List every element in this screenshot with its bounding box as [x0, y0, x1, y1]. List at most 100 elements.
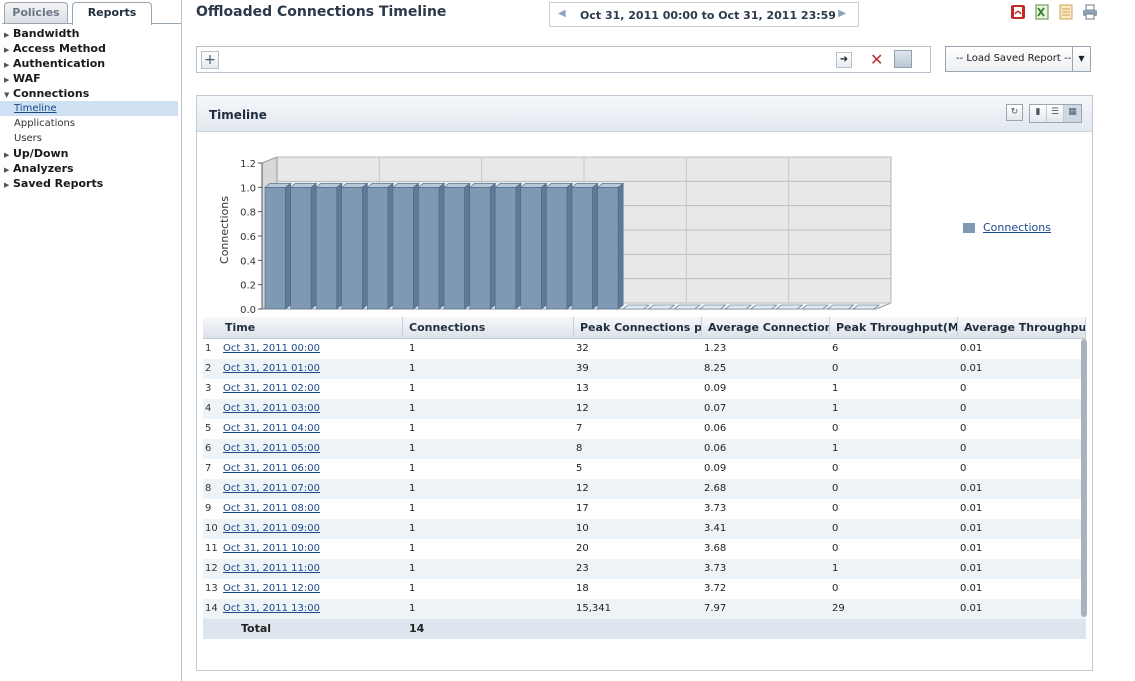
chart-bar[interactable] [417, 182, 445, 310]
expand-down-icon[interactable]: ▼ [4, 88, 13, 103]
table-row[interactable]: 7 Oct 31, 2011 06:00 1 5 0.09 0 0 [203, 459, 1086, 479]
tab-policies[interactable]: Policies [4, 2, 68, 24]
next-period-icon[interactable]: ▶ [838, 8, 846, 19]
time-link[interactable]: Oct 31, 2011 02:00 [223, 383, 320, 394]
time-link[interactable]: Oct 31, 2011 10:00 [223, 543, 320, 554]
nav-item-waf[interactable]: ▶ WAF [4, 71, 181, 86]
chart-bar[interactable] [750, 304, 778, 310]
time-link[interactable]: Oct 31, 2011 09:00 [223, 523, 320, 534]
nav-item-bandwidth[interactable]: ▶ Bandwidth [4, 26, 181, 41]
chevron-down-icon[interactable]: ▼ [1072, 47, 1090, 71]
refresh-icon[interactable]: ↻ [1006, 104, 1023, 121]
table-row[interactable]: 1 Oct 31, 2011 00:00 1 32 1.23 6 0.01 [203, 339, 1086, 359]
chart-bar[interactable] [392, 182, 420, 310]
table-row[interactable]: 4 Oct 31, 2011 03:00 1 12 0.07 1 0 [203, 399, 1086, 419]
column-header-time[interactable]: Time [219, 317, 403, 338]
date-range-selector[interactable]: ◀ Oct 31, 2011 00:00 to Oct 31, 2011 23:… [549, 2, 859, 27]
table-row[interactable]: 8 Oct 31, 2011 07:00 1 12 2.68 0 0.01 [203, 479, 1086, 499]
table-row[interactable]: 9 Oct 31, 2011 08:00 1 17 3.73 0 0.01 [203, 499, 1086, 519]
filter-bar[interactable]: + [196, 46, 931, 73]
time-link[interactable]: Oct 31, 2011 06:00 [223, 463, 320, 474]
column-header-average-connections[interactable]: Average Connection [702, 317, 830, 338]
chart-bar[interactable] [494, 182, 522, 310]
nav-item-analyzers[interactable]: ▶ Analyzers [4, 161, 181, 176]
column-header-average-throughput[interactable]: Average Throughput [958, 317, 1086, 338]
chart-bar[interactable] [519, 182, 548, 310]
chart-bar[interactable] [545, 182, 573, 310]
chart-bar[interactable] [699, 304, 727, 310]
combined-view-icon[interactable]: ▦ [1064, 105, 1081, 122]
time-link[interactable]: Oct 31, 2011 01:00 [223, 363, 320, 374]
table-row[interactable]: 14 Oct 31, 2011 13:00 1 15,341 7.97 29 0.01 [203, 599, 1086, 619]
time-link[interactable]: Oct 31, 2011 04:00 [223, 423, 320, 434]
chart-bar[interactable] [724, 304, 752, 310]
time-link[interactable]: Oct 31, 2011 08:00 [223, 503, 320, 514]
chart-bar[interactable] [852, 304, 880, 310]
chart-bar[interactable] [443, 182, 471, 310]
load-saved-report-select[interactable]: -- Load Saved Report -- ▼ [945, 46, 1091, 72]
chart-bar[interactable] [801, 304, 829, 310]
chart-bar[interactable] [673, 304, 701, 310]
chart-bar[interactable] [596, 182, 625, 310]
bar-chart-view-icon[interactable]: ▮ [1030, 105, 1047, 122]
time-link[interactable]: Oct 31, 2011 05:00 [223, 443, 320, 454]
table-row[interactable]: 3 Oct 31, 2011 02:00 1 13 0.09 1 0 [203, 379, 1086, 399]
expand-right-icon[interactable]: ▶ [4, 178, 13, 193]
chart-bar[interactable] [340, 182, 369, 310]
column-header-peak-throughput[interactable]: Peak Throughput(Ml [830, 317, 958, 338]
tab-reports[interactable]: Reports [72, 2, 152, 25]
chart-bar[interactable] [647, 304, 676, 310]
time-link[interactable]: Oct 31, 2011 00:00 [223, 343, 320, 354]
time-link[interactable]: Oct 31, 2011 03:00 [223, 403, 320, 414]
table-row[interactable]: 12 Oct 31, 2011 11:00 1 23 3.73 1 0.01 [203, 559, 1086, 579]
save-filter-icon[interactable] [894, 50, 912, 68]
pdf-export-icon[interactable] [1010, 4, 1026, 20]
table-row[interactable]: 10 Oct 31, 2011 09:00 1 10 3.41 0 0.01 [203, 519, 1086, 539]
cell-connections: 1 [409, 603, 416, 614]
legend-label-connections[interactable]: Connections [983, 221, 1051, 234]
column-header-connections[interactable]: Connections [403, 317, 574, 338]
row-number: 6 [205, 443, 212, 454]
excel-export-icon[interactable] [1034, 4, 1050, 20]
cell-average-throughput: 0.01 [960, 583, 983, 594]
time-link[interactable]: Oct 31, 2011 12:00 [223, 583, 320, 594]
chart-bar[interactable] [775, 304, 804, 310]
column-header-peak-connections[interactable]: Peak Connections pe [574, 317, 702, 338]
clear-filter-icon[interactable]: ✕ [870, 50, 883, 69]
table-row[interactable]: 5 Oct 31, 2011 04:00 1 7 0.06 0 0 [203, 419, 1086, 439]
cell-connections: 1 [409, 363, 416, 374]
nav-item-timeline[interactable]: Timeline [0, 101, 178, 116]
nav-item-authentication[interactable]: ▶ Authentication [4, 56, 181, 71]
apply-filter-icon[interactable]: ➜ [836, 52, 852, 68]
chart-bar[interactable] [366, 182, 394, 310]
nav-item-connections[interactable]: ▼ Connections [4, 86, 181, 101]
print-icon[interactable] [1082, 4, 1098, 20]
chart-bar[interactable] [571, 182, 599, 310]
chart-bar[interactable] [622, 304, 650, 310]
cell-peak-throughput: 1 [832, 563, 839, 574]
table-row[interactable]: 6 Oct 31, 2011 05:00 1 8 0.06 1 0 [203, 439, 1086, 459]
table-scrollbar[interactable] [1081, 339, 1087, 617]
time-link[interactable]: Oct 31, 2011 11:00 [223, 563, 320, 574]
time-link[interactable]: Oct 31, 2011 13:00 [223, 603, 320, 614]
time-link[interactable]: Oct 31, 2011 07:00 [223, 483, 320, 494]
chart-bar[interactable] [468, 182, 497, 310]
cell-peak-throughput: 0 [832, 363, 839, 374]
nav-item-users[interactable]: Users [4, 131, 181, 146]
report-view-icon[interactable] [1058, 4, 1074, 20]
add-filter-button[interactable]: + [201, 51, 219, 69]
table-row[interactable]: 13 Oct 31, 2011 12:00 1 18 3.72 0 0.01 [203, 579, 1086, 599]
chart-bar[interactable] [289, 182, 318, 310]
nav-item-saved-reports[interactable]: ▶ Saved Reports [4, 176, 181, 191]
nav-item-applications[interactable]: Applications [4, 116, 181, 131]
table-view-icon[interactable]: ☰ [1047, 105, 1064, 122]
table-row[interactable]: 2 Oct 31, 2011 01:00 1 39 8.25 0 0.01 [203, 359, 1086, 379]
nav-item-access-method[interactable]: ▶ Access Method [4, 41, 181, 56]
cell-connections-cell: 1 [403, 359, 574, 379]
table-row[interactable]: 11 Oct 31, 2011 10:00 1 20 3.68 0 0.01 [203, 539, 1086, 559]
chart-bar[interactable] [315, 182, 343, 310]
chart-bar[interactable] [826, 304, 855, 310]
chart-bar[interactable] [264, 182, 292, 310]
previous-period-icon[interactable]: ◀ [558, 8, 566, 19]
nav-item-up-down[interactable]: ▶ Up/Down [4, 146, 181, 161]
